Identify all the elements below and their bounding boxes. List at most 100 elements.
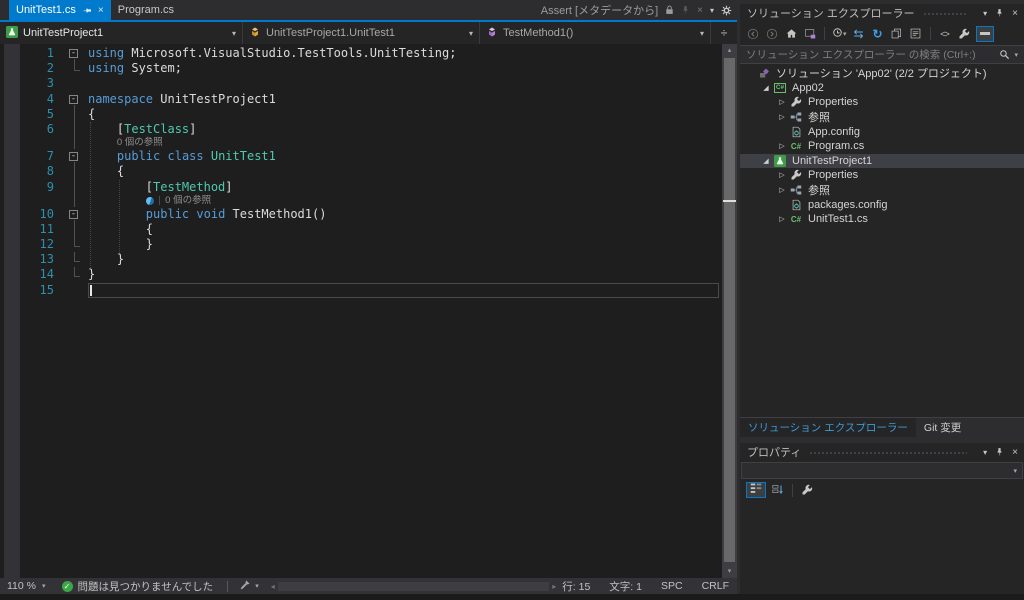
- code-line-6[interactable]: 6 [TestClass]: [0, 122, 722, 137]
- tab-solution-explorer[interactable]: ソリューション エクスプローラー: [740, 418, 916, 437]
- codelens-text[interactable]: 0 個の参照: [117, 137, 163, 149]
- fold-margin[interactable]: [62, 76, 88, 91]
- tree-item[interactable]: ▷C#UnitTest1.cs: [740, 212, 1024, 227]
- fold-margin[interactable]: -: [62, 207, 88, 222]
- solution-search-input[interactable]: ソリューション エクスプローラー の検索 (Ctrl+:) ▾: [740, 46, 1024, 64]
- expand-arrow-icon[interactable]: ◢: [760, 84, 772, 92]
- tree-item[interactable]: ▷Properties: [740, 168, 1024, 183]
- type-dropdown[interactable]: UnitTestProject1.UnitTest1 ▾: [243, 22, 480, 44]
- fold-margin[interactable]: [62, 180, 88, 195]
- expand-arrow-icon[interactable]: ▷: [776, 186, 788, 194]
- member-dropdown[interactable]: TestMethod1() ▾: [480, 22, 711, 44]
- code-cleanup-button[interactable]: ▾: [234, 578, 265, 594]
- expand-arrow-icon[interactable]: ▷: [776, 98, 788, 106]
- codelens-references[interactable]: 0 個の参照: [0, 137, 722, 149]
- code-line-14[interactable]: 14}: [0, 267, 722, 282]
- scrollbar-thumb[interactable]: [278, 582, 550, 591]
- close-tab-icon[interactable]: ×: [98, 5, 104, 16]
- properties-wrench-icon[interactable]: [957, 28, 971, 40]
- codelens-references[interactable]: |0 個の参照: [0, 195, 722, 207]
- codelens-text[interactable]: 0 個の参照: [165, 195, 211, 207]
- alphabetical-sort-button[interactable]: [772, 484, 784, 496]
- forward-icon[interactable]: [765, 28, 779, 40]
- fold-margin[interactable]: [62, 267, 88, 282]
- close-panel-icon[interactable]: ×: [1012, 8, 1018, 19]
- code-line-3[interactable]: 3: [0, 76, 722, 91]
- home-icon[interactable]: [784, 28, 798, 39]
- code-editor[interactable]: 1-using Microsoft.VisualStudio.TestTools…: [0, 44, 737, 578]
- fold-margin[interactable]: [62, 61, 88, 76]
- fold-margin[interactable]: -: [62, 46, 88, 61]
- vertical-scrollbar[interactable]: ▴ ▾: [722, 44, 737, 578]
- code-line-7[interactable]: 7- public class UnitTest1: [0, 149, 722, 164]
- preview-selected-items-toggle[interactable]: [976, 26, 994, 42]
- fold-margin[interactable]: -: [62, 92, 88, 107]
- tree-item[interactable]: ▷参照: [740, 183, 1024, 198]
- expand-arrow-icon[interactable]: ◢: [760, 157, 772, 165]
- scroll-up-icon[interactable]: ▴: [722, 44, 737, 57]
- search-icon[interactable]: [999, 49, 1010, 60]
- expand-arrow-icon[interactable]: ▷: [776, 171, 788, 179]
- fold-margin[interactable]: [62, 107, 88, 122]
- code-line-13[interactable]: 13 }: [0, 252, 722, 267]
- chevron-down-icon[interactable]: ▾: [1014, 51, 1018, 59]
- tab-unittest1-cs[interactable]: UnitTest1.cs ×: [9, 0, 111, 20]
- tab-program-cs[interactable]: Program.cs: [111, 0, 181, 20]
- expand-arrow-icon[interactable]: ▷: [776, 215, 788, 223]
- code-line-1[interactable]: 1-using Microsoft.VisualStudio.TestTools…: [0, 46, 722, 61]
- properties-object-dropdown[interactable]: ▾: [741, 462, 1023, 479]
- nest-files-icon[interactable]: [890, 28, 904, 39]
- pin-panel-icon[interactable]: [995, 8, 1004, 18]
- tab-well-gear-icon[interactable]: [721, 5, 732, 16]
- code-health-indicator[interactable]: ✓ 問題は見つかりませんでした: [54, 578, 222, 594]
- fold-margin[interactable]: [62, 237, 88, 252]
- project-dropdown[interactable]: UnitTestProject1 ▾: [0, 22, 243, 44]
- pin-tab-icon[interactable]: [82, 6, 92, 15]
- tree-item[interactable]: ◢UnitTestProject1: [740, 154, 1024, 169]
- scroll-right-icon[interactable]: ▸: [552, 582, 556, 591]
- window-position-chevron-icon[interactable]: ▾: [983, 448, 987, 457]
- view-code-icon[interactable]: <>: [938, 29, 952, 39]
- sync-with-active-document-icon[interactable]: ⇆: [852, 27, 866, 41]
- horizontal-scrollbar[interactable]: ◂ ▸: [271, 582, 557, 591]
- refresh-icon[interactable]: ↻: [871, 27, 885, 41]
- fold-margin[interactable]: [62, 252, 88, 267]
- tree-item[interactable]: ▷参照: [740, 110, 1024, 125]
- promote-preview-tab-icon[interactable]: [681, 5, 690, 15]
- code-line-10[interactable]: 10- public void TestMethod1(): [0, 207, 722, 222]
- code-line-9[interactable]: 9 [TestMethod]: [0, 180, 722, 195]
- switch-views-icon[interactable]: [803, 28, 817, 40]
- tree-item[interactable]: ▷Properties: [740, 95, 1024, 110]
- pending-changes-filter-button[interactable]: ▾: [832, 27, 847, 41]
- test-status-icon[interactable]: [146, 197, 154, 205]
- fold-margin[interactable]: [62, 222, 88, 237]
- code-line-5[interactable]: 5{: [0, 107, 722, 122]
- code-line-15[interactable]: 15: [0, 283, 722, 298]
- tree-item[interactable]: ソリューション 'App02' (2/2 プロジェクト): [740, 66, 1024, 81]
- code-line-2[interactable]: 2using System;: [0, 61, 722, 76]
- split-editor-handle[interactable]: ÷: [711, 22, 737, 44]
- drag-grip[interactable]: [923, 12, 968, 17]
- scroll-down-icon[interactable]: ▾: [722, 565, 737, 578]
- close-preview-tab-icon[interactable]: ×: [697, 5, 703, 16]
- code-line-8[interactable]: 8 {: [0, 164, 722, 179]
- collapse-all-icon[interactable]: [909, 28, 923, 39]
- property-pages-wrench-icon[interactable]: [801, 484, 813, 496]
- back-icon[interactable]: [746, 28, 760, 40]
- window-position-chevron-icon[interactable]: ▾: [983, 9, 987, 18]
- tab-git-changes[interactable]: Git 変更: [916, 418, 969, 437]
- pin-panel-icon[interactable]: [995, 447, 1004, 457]
- fold-margin[interactable]: [62, 283, 88, 298]
- tree-item[interactable]: ▷C#Program.cs: [740, 139, 1024, 154]
- tab-list-chevron-icon[interactable]: ▾: [710, 6, 714, 15]
- scroll-left-icon[interactable]: ◂: [271, 582, 275, 591]
- expand-arrow-icon[interactable]: ▷: [776, 142, 788, 150]
- fold-margin[interactable]: [62, 164, 88, 179]
- zoom-control[interactable]: 110 % ▾: [0, 578, 54, 594]
- code-line-11[interactable]: 11 {: [0, 222, 722, 237]
- code-line-12[interactable]: 12 }: [0, 237, 722, 252]
- expand-arrow-icon[interactable]: ▷: [776, 113, 788, 121]
- fold-margin[interactable]: [62, 122, 88, 137]
- scrollbar-thumb[interactable]: [724, 58, 735, 562]
- close-panel-icon[interactable]: ×: [1012, 447, 1018, 458]
